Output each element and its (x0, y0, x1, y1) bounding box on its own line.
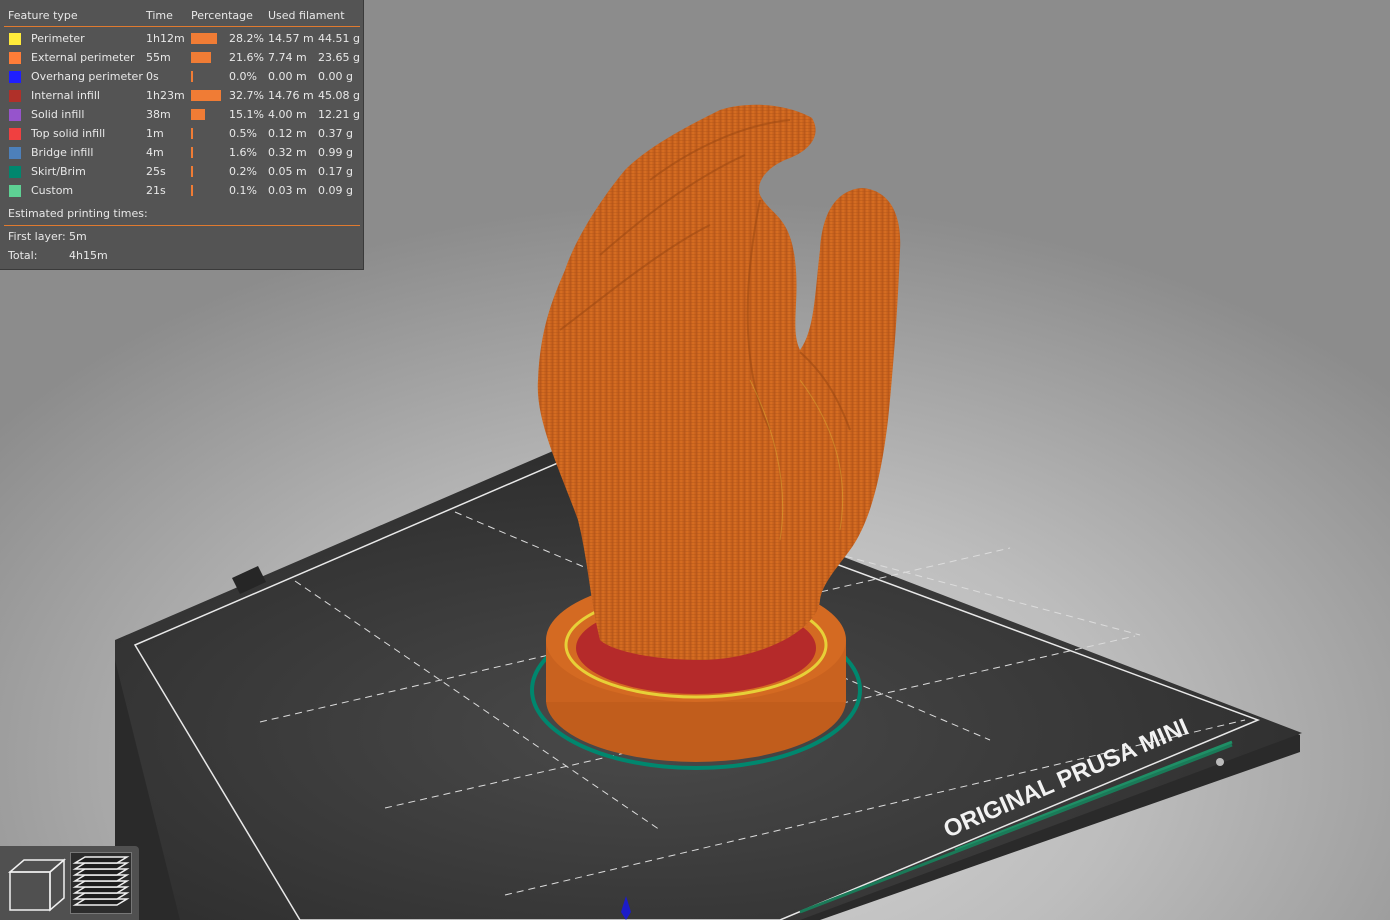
header-percentage: Percentage (191, 9, 253, 22)
feature-weight: 0.17 g (318, 165, 353, 178)
gcode-preview-icon (72, 856, 130, 906)
color-swatch (9, 185, 21, 197)
view-switcher (0, 846, 139, 920)
feature-time: 1h12m (146, 32, 185, 45)
feature-length: 0.12 m (268, 127, 307, 140)
feature-name: Internal infill (31, 89, 100, 102)
feature-row-solid-infill[interactable]: Solid infill 38m 15.1% 4.00 m 12.21 g (0, 105, 364, 124)
percentage-bar (191, 90, 221, 101)
gcode-preview-button[interactable] (70, 852, 132, 914)
feature-percentage: 0.5% (229, 127, 257, 140)
estimate-divider (4, 225, 360, 226)
feature-name: External perimeter (31, 51, 135, 64)
color-swatch (9, 33, 21, 45)
feature-weight: 0.37 g (318, 127, 353, 140)
header-feature-type: Feature type (8, 9, 78, 22)
color-swatch (9, 90, 21, 102)
feature-time: 55m (146, 51, 171, 64)
header-time: Time (146, 9, 173, 22)
feature-row-external-perimeter[interactable]: External perimeter 55m 21.6% 7.74 m 23.6… (0, 48, 364, 67)
feature-time: 1m (146, 127, 164, 140)
feature-percentage: 21.6% (229, 51, 264, 64)
feature-length: 14.57 m (268, 32, 314, 45)
feature-name: Skirt/Brim (31, 165, 86, 178)
feature-percentage: 28.2% (229, 32, 264, 45)
color-swatch (9, 109, 21, 121)
feature-weight: 45.08 g (318, 89, 360, 102)
feature-name: Custom (31, 184, 74, 197)
feature-name: Bridge infill (31, 146, 94, 159)
feature-length: 0.05 m (268, 165, 307, 178)
feature-percentage: 32.7% (229, 89, 264, 102)
3d-view-button[interactable] (6, 852, 68, 914)
percentage-bar (191, 185, 193, 196)
feature-time: 4m (146, 146, 164, 159)
color-swatch (9, 128, 21, 140)
feature-percentage: 15.1% (229, 108, 264, 121)
first-layer-label: First layer: (8, 230, 66, 243)
percentage-bar (191, 52, 211, 63)
feature-time: 38m (146, 108, 171, 121)
percentage-bar (191, 166, 193, 177)
feature-percentage: 0.2% (229, 165, 257, 178)
feature-row-skirt-brim[interactable]: Skirt/Brim 25s 0.2% 0.05 m 0.17 g (0, 162, 364, 181)
percentage-bar (191, 71, 193, 82)
color-swatch (9, 52, 21, 64)
feature-percentage: 0.1% (229, 184, 257, 197)
feature-weight: 0.99 g (318, 146, 353, 159)
feature-row-top-solid-infill[interactable]: Top solid infill 1m 0.5% 0.12 m 0.37 g (0, 124, 364, 143)
first-layer-value: 5m (69, 230, 87, 243)
color-swatch (9, 147, 21, 159)
3d-view-icon (7, 858, 67, 912)
percentage-bar (191, 109, 205, 120)
feature-percentage: 0.0% (229, 70, 257, 83)
feature-weight: 12.21 g (318, 108, 360, 121)
feature-name: Perimeter (31, 32, 85, 45)
printed-model (530, 104, 901, 770)
feature-weight: 0.00 g (318, 70, 353, 83)
feature-name: Top solid infill (31, 127, 106, 140)
header-used-filament: Used filament (268, 9, 345, 22)
percentage-bar (191, 33, 217, 44)
feature-time: 25s (146, 165, 166, 178)
feature-time: 1h23m (146, 89, 185, 102)
feature-time: 0s (146, 70, 159, 83)
feature-row-perimeter[interactable]: Perimeter 1h12m 28.2% 14.57 m 44.51 g (0, 29, 364, 48)
feature-weight: 44.51 g (318, 32, 360, 45)
feature-length: 0.03 m (268, 184, 307, 197)
feature-length: 0.32 m (268, 146, 307, 159)
percentage-bar (191, 147, 193, 158)
feature-length: 4.00 m (268, 108, 307, 121)
total-value: 4h15m (69, 249, 108, 262)
feature-row-bridge-infill[interactable]: Bridge infill 4m 1.6% 0.32 m 0.99 g (0, 143, 364, 162)
color-swatch (9, 166, 21, 178)
color-swatch (9, 71, 21, 83)
feature-length: 7.74 m (268, 51, 307, 64)
total-label: Total: (8, 249, 38, 262)
feature-row-custom[interactable]: Custom 21s 0.1% 0.03 m 0.09 g (0, 181, 364, 200)
legend-panel: Feature type Time Percentage Used filame… (0, 0, 364, 270)
feature-time: 21s (146, 184, 166, 197)
feature-row-overhang-perimeter[interactable]: Overhang perimeter 0s 0.0% 0.00 m 0.00 g (0, 67, 364, 86)
percentage-bar (191, 128, 193, 139)
feature-percentage: 1.6% (229, 146, 257, 159)
feature-name: Overhang perimeter (31, 70, 143, 83)
feature-weight: 0.09 g (318, 184, 353, 197)
feature-length: 0.00 m (268, 70, 307, 83)
feature-weight: 23.65 g (318, 51, 360, 64)
feature-name: Solid infill (31, 108, 85, 121)
feature-row-internal-infill[interactable]: Internal infill 1h23m 32.7% 14.76 m 45.0… (0, 86, 364, 105)
feature-length: 14.76 m (268, 89, 314, 102)
estimated-times-label: Estimated printing times: (8, 207, 148, 220)
header-divider (4, 26, 360, 27)
